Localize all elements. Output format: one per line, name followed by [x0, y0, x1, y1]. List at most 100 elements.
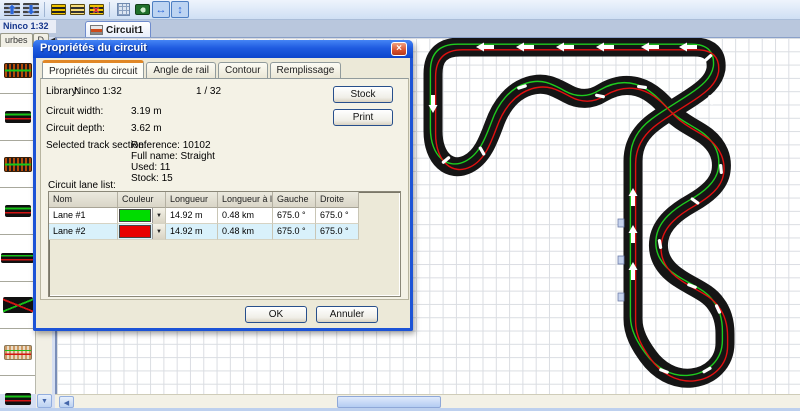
library-tab-courbes[interactable]: urbes [0, 33, 33, 47]
insert-track-down-icon[interactable]: ⬇ [22, 1, 40, 18]
track-piece-thumbnail-straight [5, 205, 31, 217]
track-piece-list [0, 47, 36, 394]
snapshot-camera-icon [135, 4, 150, 15]
circuit-document-icon [90, 25, 103, 35]
scroll-left-button[interactable]: ◀ [59, 396, 74, 408]
scrollbar-thumb[interactable] [337, 396, 441, 408]
column-header[interactable]: Longueur à l'... [218, 192, 273, 208]
tab-proprietes-du-circuit[interactable]: Propriétés du circuit [42, 60, 144, 79]
lane-name-cell: Lane #2 [49, 224, 118, 240]
column-header[interactable]: Couleur [118, 192, 166, 208]
column-header[interactable]: Droite [316, 192, 359, 208]
track-delete-icon: × [89, 4, 104, 15]
section-fullname: Full name: Straight [131, 151, 215, 162]
circuit-properties-dialog: Propriétés du circuit × Propriétés du ci… [33, 40, 413, 331]
close-icon[interactable]: × [391, 42, 407, 56]
power-connector-icon [618, 219, 624, 227]
snapshot-camera-icon[interactable] [133, 1, 151, 18]
lane-length-scaled-cell: 0.48 km [218, 208, 273, 224]
track-solid-icon[interactable] [49, 1, 67, 18]
tab-angle-de-rail[interactable]: Angle de rail [146, 62, 216, 79]
section-stock: Stock: 15 [131, 173, 173, 184]
flip-horizontal-icon[interactable]: ↔ [152, 1, 170, 18]
library-panel-title: Ninco 1:32 [0, 20, 56, 33]
dialog-tab-bar: Propriétés du circuit Angle de rail Cont… [42, 62, 341, 79]
tab-remplissage[interactable]: Remplissage [270, 62, 342, 79]
flip-vertical-icon[interactable]: ↕ [171, 1, 189, 18]
lane-row[interactable]: Lane #2▼14.92 m0.48 km675.0 °675.0 ° [49, 224, 400, 240]
track-piece-thumbnail-hatched [4, 63, 32, 78]
track-piece-thumbnail-light [4, 345, 32, 360]
flip-horizontal-icon: ↔ [156, 4, 167, 16]
track-piece-cell[interactable] [0, 329, 35, 376]
tab-circuit1[interactable]: Circuit1 [85, 21, 151, 37]
track-piece-list-scroll-down-button[interactable]: ▼ [37, 394, 52, 408]
track-joint-mark [708, 95, 714, 105]
track-delete-icon[interactable]: × [87, 1, 105, 18]
library-value: Ninco 1:32 [74, 86, 122, 97]
column-header[interactable]: Nom [49, 192, 118, 208]
column-header[interactable]: Longueur [166, 192, 218, 208]
tab-contour[interactable]: Contour [218, 62, 268, 79]
insert-track-up-icon[interactable]: ⬆ [3, 1, 21, 18]
section-used: Used: 11 [131, 162, 170, 173]
flip-vertical-icon: ↕ [177, 4, 183, 16]
track-piece-cell[interactable] [0, 282, 35, 329]
lane-table: NomCouleurLongueurLongueur à l'...Gauche… [48, 191, 401, 297]
dialog-title-bar[interactable]: Propriétés du circuit [33, 40, 413, 58]
track-piece-cell[interactable] [0, 141, 35, 188]
track-piece-cell[interactable] [0, 188, 35, 235]
track-piece-thumbnail-hatched [4, 157, 32, 172]
track-piece-cell[interactable] [0, 94, 35, 141]
grid-icon [117, 3, 130, 16]
track-surface [433, 47, 725, 378]
power-connector-icon [618, 293, 624, 301]
track-piece-cell[interactable] [0, 376, 35, 411]
track-piece-thumbnail-straight [5, 393, 31, 405]
track-piece-cell[interactable] [0, 235, 35, 282]
lane-right-angle-cell: 675.0 ° [316, 208, 359, 224]
chevron-down-icon[interactable]: ▼ [152, 224, 165, 239]
lane-color-swatch [119, 209, 151, 222]
cancel-button[interactable]: Annuler [316, 306, 378, 323]
track-delete-icon: × [92, 4, 99, 16]
circuit-width-label: Circuit width: [46, 106, 103, 117]
track-piece-thumbnail-long [1, 253, 34, 263]
library-count: 1 / 32 [196, 86, 221, 97]
insert-track-down-icon: ⬇ [26, 3, 36, 17]
lane-row[interactable]: Lane #1▼14.92 m0.48 km675.0 °675.0 ° [49, 208, 400, 224]
track-dashed-icon [70, 4, 85, 15]
circuit-depth-label: Circuit depth: [46, 123, 105, 134]
print-button[interactable]: Print [333, 109, 393, 126]
lane-table-header-row: NomCouleurLongueurLongueur à l'...Gauche… [49, 192, 400, 208]
dialog-title: Propriétés du circuit [40, 42, 147, 54]
tab-circuit1-label: Circuit1 [106, 25, 143, 36]
stock-button[interactable]: Stock [333, 86, 393, 103]
chevron-down-icon[interactable]: ▼ [152, 208, 165, 223]
insert-track-down-icon: ⬇ [23, 3, 39, 16]
lane-color-cell: ▼ [118, 208, 166, 224]
insert-track-up-icon: ⬆ [7, 3, 17, 17]
track-piece-thumbnail-crossing [3, 297, 33, 313]
column-header[interactable]: Gauche [273, 192, 316, 208]
circuit-width-value: 3.19 m [131, 106, 162, 117]
toolbar: ⬆ ⬇ × ↔ ↕ [0, 0, 800, 20]
track-dashed-icon[interactable] [68, 1, 86, 18]
circuit-depth-value: 3.62 m [131, 123, 162, 134]
lane-length-cell: 14.92 m [166, 224, 218, 240]
section-reference: Reference: 10102 [131, 140, 211, 151]
lane-left-angle-cell: 675.0 ° [273, 224, 316, 240]
lane-color-swatch [119, 225, 151, 238]
canvas-horizontal-scrollbar[interactable]: ◀ [55, 394, 800, 408]
insert-track-up-icon: ⬆ [4, 3, 20, 16]
lane-length-scaled-cell: 0.48 km [218, 224, 273, 240]
toolbar-separator [109, 2, 110, 17]
ok-button[interactable]: OK [245, 306, 307, 323]
grid-icon[interactable] [114, 1, 132, 18]
application-window: ⬆⬇×↔↕ Ninco 1:32 Circuit1 urbes D ◀ ▶ ▼ … [0, 0, 800, 411]
toolbar-separator [44, 2, 45, 17]
track-piece-cell[interactable] [0, 47, 35, 94]
lane-right-angle-cell: 675.0 ° [316, 224, 359, 240]
lane-list-label: Circuit lane list: [48, 180, 116, 191]
lane-left-angle-cell: 675.0 ° [273, 208, 316, 224]
